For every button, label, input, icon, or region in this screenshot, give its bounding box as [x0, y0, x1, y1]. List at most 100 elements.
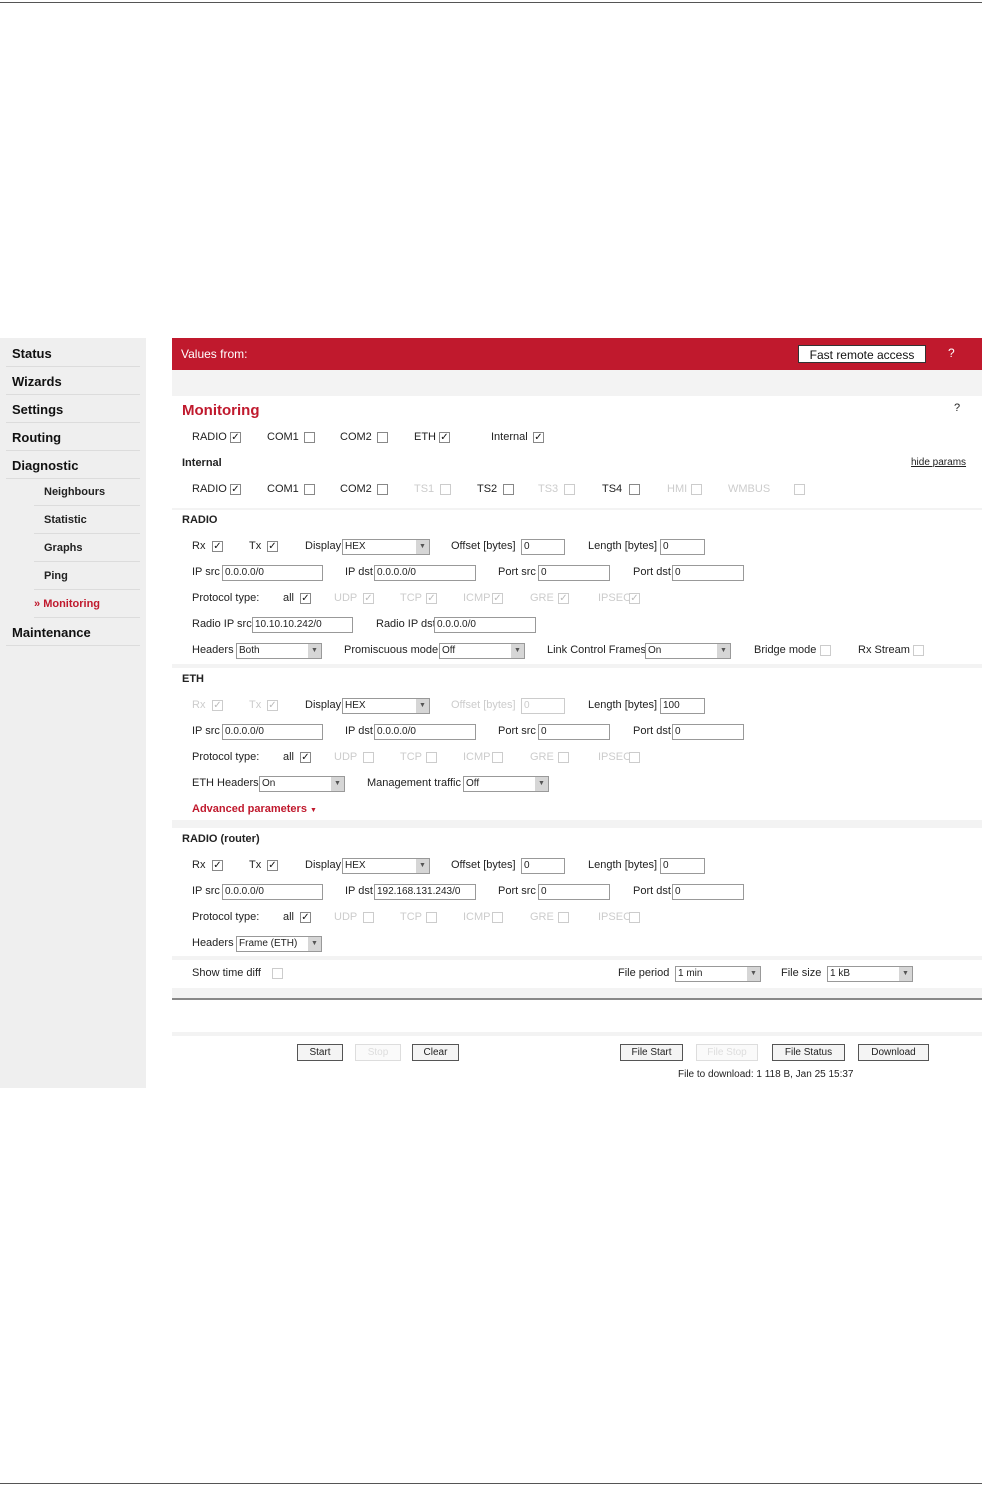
radio-promisc-label: Promiscuous mode: [344, 644, 439, 656]
radio-length-input[interactable]: 0: [660, 539, 705, 555]
eth-ip-src-input[interactable]: 0.0.0.0/0: [222, 724, 323, 740]
top-rule: [0, 2, 982, 3]
radio-radio-ip-dst-label: Radio IP dst: [376, 618, 436, 630]
nav-settings-label: Settings: [12, 402, 64, 417]
rr-offset-input[interactable]: 0: [521, 858, 565, 874]
radio-router-panel: RADIO (router) Rx ✓ Tx ✓ Display HEX ▼ Of…: [172, 828, 982, 956]
eth-ip-dst-input[interactable]: 0.0.0.0/0: [374, 724, 476, 740]
file-period-select[interactable]: 1 min ▼: [675, 966, 761, 982]
radio-proto-all-checkbox[interactable]: ✓: [300, 593, 311, 604]
help-icon[interactable]: ?: [948, 346, 955, 360]
int-ts2-checkbox[interactable]: [503, 484, 514, 495]
rr-ip-src-input[interactable]: 0.0.0.0/0: [222, 884, 323, 900]
radio-ip-src-input[interactable]: 0.0.0.0/0: [222, 565, 323, 581]
eth-proto-icmp-checkbox: [492, 752, 503, 763]
rr-ip-dst-input[interactable]: 192.168.131.243/0: [374, 884, 476, 900]
radio-bridge-checkbox[interactable]: [820, 645, 831, 656]
top-internal-checkbox[interactable]: ✓: [533, 432, 544, 443]
chevron-down-icon: ▼: [310, 807, 317, 814]
radio-header: RADIO: [182, 514, 218, 526]
rr-protocol-label: Protocol type:: [192, 911, 260, 923]
file-size-select[interactable]: 1 kB ▼: [827, 966, 913, 982]
nav-maintenance[interactable]: Maintenance: [6, 619, 140, 646]
radio-promisc-select[interactable]: Off ▼: [439, 643, 525, 659]
eth-mgmt-select[interactable]: Off ▼: [463, 776, 549, 792]
download-button[interactable]: Download: [858, 1044, 929, 1061]
rr-proto-ipsec-label: IPSEC: [598, 911, 632, 923]
nav-neighbours[interactable]: Neighbours: [34, 479, 140, 506]
rr-display-select[interactable]: HEX ▼: [342, 858, 430, 874]
nav-ping[interactable]: Ping: [34, 563, 140, 590]
rr-port-src-input[interactable]: 0: [538, 884, 610, 900]
int-ts4-label: TS4: [602, 483, 623, 495]
nav-status[interactable]: Status: [6, 340, 140, 367]
radio-lcf-select[interactable]: On ▼: [645, 643, 731, 659]
radio-headers-select[interactable]: Both ▼: [236, 643, 322, 659]
radio-rxstream-checkbox[interactable]: [913, 645, 924, 656]
radio-proto-icmp-label: ICMP: [463, 592, 491, 604]
eth-headers-select[interactable]: On ▼: [259, 776, 345, 792]
nav-diagnostic[interactable]: Diagnostic: [6, 452, 140, 479]
int-radio-checkbox[interactable]: ✓: [230, 484, 241, 495]
rr-rx-checkbox[interactable]: ✓: [212, 860, 223, 871]
radio-port-src-input[interactable]: 0: [538, 565, 610, 581]
top-radio-checkbox[interactable]: ✓: [230, 432, 241, 443]
rr-proto-tcp-label: TCP: [400, 911, 422, 923]
rr-proto-all-checkbox[interactable]: ✓: [300, 912, 311, 923]
hide-params-link[interactable]: hide params: [911, 457, 966, 468]
radio-ip-dst-label: IP dst: [345, 566, 373, 578]
start-button[interactable]: Start: [297, 1044, 343, 1061]
eth-proto-udp-label: UDP: [334, 751, 358, 763]
rr-headers-select[interactable]: Frame (ETH) ▼: [236, 936, 322, 952]
int-com1-checkbox[interactable]: [304, 484, 315, 495]
show-time-diff-checkbox[interactable]: [272, 968, 283, 979]
int-com2-checkbox[interactable]: [377, 484, 388, 495]
eth-port-dst-input[interactable]: 0: [672, 724, 744, 740]
top-eth-checkbox[interactable]: ✓: [439, 432, 450, 443]
nav-graphs[interactable]: Graphs: [34, 535, 140, 562]
radio-radio-ip-src-input[interactable]: 10.10.10.242/0: [252, 617, 353, 633]
top-com1-checkbox[interactable]: [304, 432, 315, 443]
top-internal-label: Internal: [491, 431, 528, 443]
rr-proto-gre-label: GRE: [530, 911, 554, 923]
radio-panel: RADIO Rx ✓ Tx ✓ Display HEX ▼ Offset [byt…: [172, 510, 982, 664]
radio-display-select[interactable]: HEX ▼: [342, 539, 430, 555]
file-options-row: Show time diff File period 1 min ▼ File s…: [172, 960, 982, 988]
nav-routing[interactable]: Routing: [6, 424, 140, 451]
chevron-down-icon: ▼: [535, 777, 548, 791]
file-status-button[interactable]: File Status: [772, 1044, 845, 1061]
eth-offset-label: Offset [bytes]: [451, 699, 516, 711]
radio-ip-dst-input[interactable]: 0.0.0.0/0: [374, 565, 476, 581]
nav-monitoring[interactable]: » Monitoring: [34, 591, 140, 618]
radio-lcf-label: Link Control Frames: [547, 644, 647, 656]
eth-length-input[interactable]: 100: [660, 698, 705, 714]
monitoring-help-icon[interactable]: ?: [954, 402, 960, 414]
eth-proto-gre-label: GRE: [530, 751, 554, 763]
top-com2-checkbox[interactable]: [377, 432, 388, 443]
rr-length-label: Length [bytes]: [588, 859, 658, 871]
file-start-button[interactable]: File Start: [620, 1044, 683, 1061]
int-ts4-checkbox[interactable]: [629, 484, 640, 495]
radio-offset-input[interactable]: 0: [521, 539, 565, 555]
file-size-value: 1 kB: [830, 968, 851, 979]
eth-display-select[interactable]: HEX ▼: [342, 698, 430, 714]
monitoring-panel: Monitoring ? RADIO ✓ COM1 COM2 ETH ✓ Int…: [172, 396, 982, 508]
advanced-parameters-link[interactable]: Advanced parameters ▼: [192, 803, 317, 815]
fast-remote-access-button[interactable]: Fast remote access: [798, 345, 926, 363]
nav-monitoring-label: Monitoring: [43, 598, 101, 610]
radio-port-dst-label: Port dst: [633, 566, 671, 578]
rr-port-dst-input[interactable]: 0: [672, 884, 744, 900]
nav-wizards-label: Wizards: [12, 374, 62, 389]
radio-rx-checkbox[interactable]: ✓: [212, 541, 223, 552]
rr-tx-checkbox[interactable]: ✓: [267, 860, 278, 871]
eth-proto-all-checkbox[interactable]: ✓: [300, 752, 311, 763]
nav-statistic[interactable]: Statistic: [34, 507, 140, 534]
nav-wizards[interactable]: Wizards: [6, 368, 140, 395]
radio-port-dst-input[interactable]: 0: [672, 565, 744, 581]
nav-settings[interactable]: Settings: [6, 396, 140, 423]
rr-length-input[interactable]: 0: [660, 858, 705, 874]
radio-radio-ip-dst-input[interactable]: 0.0.0.0/0: [434, 617, 536, 633]
radio-tx-checkbox[interactable]: ✓: [267, 541, 278, 552]
eth-port-src-input[interactable]: 0: [538, 724, 610, 740]
clear-button[interactable]: Clear: [412, 1044, 459, 1061]
